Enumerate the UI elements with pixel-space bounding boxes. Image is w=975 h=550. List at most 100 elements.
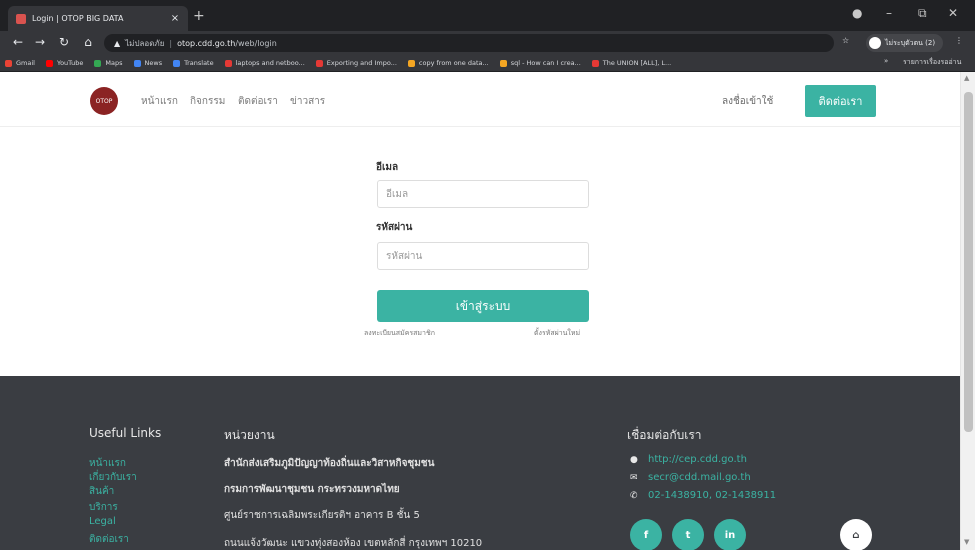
bookmark-label: News	[144, 59, 163, 67]
reset-password-link[interactable]: ตั้งรหัสผ่านใหม่	[534, 328, 580, 339]
menu-icon[interactable]: ⋮	[955, 36, 963, 45]
site-footer: Useful Links หน้าแรก เกี่ยวกับเรา สินค้า…	[0, 376, 960, 550]
phone-icon: ✆	[630, 490, 638, 501]
connect-heading: เชื่อมต่อกับเรา	[627, 428, 702, 442]
address-separator: |	[169, 38, 173, 48]
bookmark-item[interactable]: News	[133, 59, 163, 67]
bookmark-icon	[315, 59, 323, 67]
browser-window: Login | OTOP BIG DATA × + ● – ⧉ ✕ ← → ↻ …	[0, 0, 975, 550]
record-icon[interactable]: ●	[852, 6, 862, 20]
close-window-button[interactable]: ✕	[948, 6, 958, 20]
restore-button[interactable]: ⧉	[918, 6, 927, 21]
contact-phone: ✆ 02-1438910, 02-1438911	[630, 490, 776, 501]
email-label: อีเมล	[376, 162, 399, 173]
login-link[interactable]: ลงชื่อเข้าใช้	[722, 94, 773, 109]
agency-heading: หน่วยงาน	[224, 428, 275, 442]
bookmark-label: sql - How can I crea...	[510, 59, 581, 67]
profile-label: ไม่ระบุตัวตน (2)	[885, 38, 936, 47]
home-icon[interactable]: ⌂	[80, 35, 96, 49]
bookmark-label: laptops and netboo...	[235, 59, 305, 67]
bookmark-label: Translate	[184, 59, 214, 67]
bookmark-label: copy from one data...	[418, 59, 489, 67]
bookmark-icon	[173, 59, 181, 67]
nav-home[interactable]: หน้าแรก	[141, 94, 178, 109]
more-bookmarks-icon[interactable]: »	[884, 57, 888, 65]
bookmark-item[interactable]: YouTube	[45, 59, 84, 67]
address-host: otop.cdd.go.th	[177, 38, 236, 48]
contact-button[interactable]: ติดต่อเรา	[805, 85, 876, 117]
scroll-down-icon[interactable]: ▼	[964, 538, 969, 546]
footer-link-contact[interactable]: ติดต่อเรา	[89, 532, 129, 547]
reload-icon[interactable]: ↻	[56, 35, 72, 49]
bookmark-label: YouTube	[56, 59, 84, 67]
star-icon[interactable]: ☆	[842, 36, 849, 45]
profile-chip[interactable]: ไม่ระบุตัวตน (2)	[866, 34, 944, 52]
linkedin-icon[interactable]: in	[714, 519, 746, 550]
address-path: /web/login	[235, 38, 277, 48]
reading-list-button[interactable]: รายการเรื่องรออ่าน	[903, 57, 961, 68]
back-arrow-icon[interactable]: ←	[10, 35, 26, 49]
signup-link[interactable]: ลงทะเบียนสมัครสมาชิก	[364, 328, 435, 339]
footer-link-home[interactable]: หน้าแรก	[89, 456, 126, 471]
bookmark-label: Maps	[105, 59, 123, 67]
bookmark-icon	[591, 59, 599, 67]
home-icon[interactable]: ⌂	[840, 519, 872, 550]
footer-link-legal[interactable]: Legal	[89, 516, 116, 527]
page-scrollbar[interactable]: ▲ ▼	[960, 72, 975, 550]
bookmark-icon	[45, 59, 53, 67]
login-button[interactable]: เข้าสู่ระบบ	[377, 290, 589, 322]
nav-news[interactable]: ข่าวสาร	[290, 94, 325, 109]
footer-link-products[interactable]: สินค้า	[89, 484, 114, 499]
scroll-up-icon[interactable]: ▲	[964, 74, 969, 82]
contact-website-text: http://cep.cdd.go.th	[648, 454, 747, 465]
tab-close-icon[interactable]: ×	[168, 13, 182, 24]
contact-website[interactable]: ● http://cep.cdd.go.th	[630, 454, 747, 465]
bookmark-item[interactable]: sql - How can I crea...	[499, 59, 581, 67]
site-navbar: OTOP หน้าแรก กิจกรรม ติดต่อเรา ข่าวสาร ล…	[0, 72, 960, 127]
address-bar[interactable]: ▲ ไม่ปลอดภัย | otop.cdd.go.th /web/login	[104, 34, 834, 52]
security-label: ไม่ปลอดภัย	[125, 38, 165, 48]
twitter-icon[interactable]: t	[672, 519, 704, 550]
contact-phone-text: 02-1438910, 02-1438911	[648, 490, 777, 501]
site-logo[interactable]: OTOP	[90, 87, 118, 115]
new-tab-button[interactable]: +	[193, 8, 205, 24]
bookmark-item[interactable]: laptops and netboo...	[224, 59, 305, 67]
forward-arrow-icon[interactable]: →	[32, 35, 48, 49]
tab-bar: Login | OTOP BIG DATA × + ● – ⧉ ✕	[0, 0, 975, 31]
tab-title: Login | OTOP BIG DATA	[32, 14, 124, 23]
bookmark-icon	[224, 59, 232, 67]
incognito-avatar-icon	[869, 37, 881, 49]
footer-link-about[interactable]: เกี่ยวกับเรา	[89, 470, 137, 485]
contact-email[interactable]: ✉ secr@cdd.mail.go.th	[630, 472, 751, 483]
scrollbar-thumb[interactable]	[964, 92, 973, 432]
nav-contact[interactable]: ติดต่อเรา	[238, 94, 278, 109]
footer-link-services[interactable]: บริการ	[89, 500, 118, 515]
bookmark-item[interactable]: copy from one data...	[407, 59, 489, 67]
nav-activities[interactable]: กิจกรรม	[190, 94, 225, 109]
bookmark-item[interactable]: Exporting and Impo...	[315, 59, 397, 67]
chat-icon: ●	[630, 454, 638, 465]
mail-icon: ✉	[630, 472, 638, 483]
bookmark-icon	[407, 59, 415, 67]
bookmark-item[interactable]: The UNION [ALL], L...	[591, 59, 671, 67]
bookmark-item[interactable]: Gmail	[5, 59, 35, 67]
bookmark-icon	[133, 59, 141, 67]
email-field[interactable]	[377, 180, 589, 208]
bookmark-item[interactable]: Maps	[94, 59, 123, 67]
bookmark-label: Exporting and Impo...	[326, 59, 397, 67]
bookmark-icon	[499, 59, 507, 67]
password-label: รหัสผ่าน	[376, 222, 413, 233]
bookmark-icon	[5, 59, 12, 67]
browser-toolbar: ← → ↻ ⌂ ▲ ไม่ปลอดภัย | otop.cdd.go.th /w…	[0, 31, 975, 55]
facebook-icon[interactable]: f	[630, 519, 662, 550]
useful-links-heading: Useful Links	[89, 426, 162, 440]
agency-line-2: กรมการพัฒนาชุมชน กระทรวงมหาดไทย	[224, 484, 400, 495]
minimize-button[interactable]: –	[886, 6, 892, 20]
bookmark-item[interactable]: Translate	[173, 59, 214, 67]
password-field[interactable]	[377, 242, 589, 270]
agency-line-4: ถนนแจ้งวัฒนะ แขวงทุ่งสองห้อง เขตหลักสี่ …	[224, 538, 483, 549]
warning-icon: ▲	[114, 38, 121, 48]
bookmark-label: Gmail	[16, 59, 35, 67]
tab-login[interactable]: Login | OTOP BIG DATA ×	[8, 6, 188, 31]
agency-line-1: สำนักส่งเสริมภูมิปัญญาท้องถิ่นและวิสาหกิ…	[224, 458, 435, 469]
